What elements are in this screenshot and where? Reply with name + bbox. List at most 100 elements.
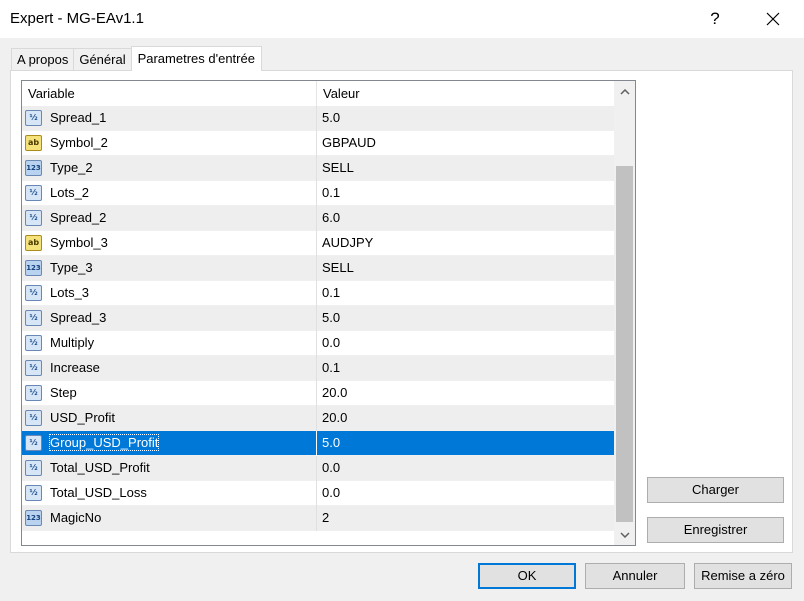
variable-value[interactable]: GBPAUD [322,131,376,155]
table-row[interactable]: ab Symbol_2 GBPAUD [22,131,614,156]
variable-value[interactable]: 5.0 [322,306,340,330]
variable-name-text: Type_2 [50,160,93,175]
tab-bar: A propos Général Parametres d'entrée [11,46,262,71]
variable-value[interactable]: 0.1 [322,356,340,380]
variable-name: Spread_1 [50,106,106,130]
variable-value[interactable]: 0.0 [322,456,340,480]
table-row[interactable]: ½ Spread_3 5.0 [22,306,614,331]
table-row[interactable]: 123 Type_3 SELL [22,256,614,281]
variable-name-text: Symbol_3 [50,235,108,250]
chevron-up-icon [619,88,630,95]
variable-value[interactable]: SELL [322,256,354,280]
vertical-scrollbar[interactable] [614,81,635,545]
table-row[interactable]: ½ Spread_2 6.0 [22,206,614,231]
double-icon: ½ [25,360,42,376]
cell-separator [316,231,317,256]
cell-separator [316,106,317,131]
variable-value[interactable]: 5.0 [322,106,340,130]
table-row[interactable]: ½ Multiply 0.0 [22,331,614,356]
string-icon: ab [25,235,42,251]
variable-value[interactable]: 2 [322,506,329,530]
save-button[interactable]: Enregistrer [647,517,784,543]
variable-value[interactable]: 0.0 [322,481,340,505]
variable-name-text: USD_Profit [50,410,116,425]
chevron-down-icon [619,531,630,538]
variable-name-text: Lots_3 [50,285,90,300]
double-icon: ½ [25,335,42,351]
variable-name: Increase [50,356,100,380]
ok-button[interactable]: OK [478,563,576,589]
cell-separator [316,431,317,456]
table-row[interactable]: 123 Type_2 SELL [22,156,614,181]
double-icon: ½ [25,385,42,401]
double-icon: ½ [25,110,42,126]
variable-name: MagicNo [50,506,101,530]
cell-separator [316,156,317,181]
variable-name-text: Total_USD_Profit [50,460,150,475]
variable-name-text: Multiply [50,335,95,350]
cell-separator [316,306,317,331]
tab-about[interactable]: A propos [11,48,75,71]
reset-button[interactable]: Remise a zéro [694,563,792,589]
table-row[interactable]: ½ Total_USD_Profit 0.0 [22,456,614,481]
double-icon: ½ [25,435,42,451]
variable-name: Type_3 [50,256,93,280]
double-icon: ½ [25,285,42,301]
variable-value[interactable]: 20.0 [322,381,347,405]
parameters-list[interactable]: Variable Valeur ½ Spread_1 5.0 ab Symbol_2 GB… [21,80,636,546]
integer-icon: 123 [25,160,42,176]
variable-value[interactable]: SELL [322,156,354,180]
cell-separator [316,281,317,306]
cell-separator [316,181,317,206]
variable-name-text: Spread_2 [50,210,107,225]
table-row[interactable]: ½ USD_Profit 20.0 [22,406,614,431]
variable-name-text: Total_USD_Loss [50,485,147,500]
variable-name: Total_USD_Loss [50,481,147,505]
variable-name: Lots_3 [50,281,89,305]
cell-separator [316,406,317,431]
tab-input-parameters[interactable]: Parametres d'entrée [130,46,262,71]
variable-value[interactable]: 0.0 [322,331,340,355]
table-row[interactable]: ½ Lots_3 0.1 [22,281,614,306]
table-row[interactable]: ½ Spread_1 5.0 [22,106,614,131]
load-button[interactable]: Charger [647,477,784,503]
table-row[interactable]: ½ Step 20.0 [22,381,614,406]
title-bar: Expert - MG-EAv1.1 ? [0,0,804,38]
variable-name: Spread_2 [50,206,106,230]
column-header-value[interactable]: Valeur [323,81,360,106]
table-row[interactable]: 123 MagicNo 2 [22,506,614,531]
variable-name: Total_USD_Profit [50,456,150,480]
variable-value[interactable]: 6.0 [322,206,340,230]
variable-name: Lots_2 [50,181,89,205]
cell-separator [316,506,317,531]
variable-name: Type_2 [50,156,93,180]
variable-value[interactable]: 0.1 [322,281,340,305]
cell-separator [316,206,317,231]
table-row[interactable]: ab Symbol_3 AUDJPY [22,231,614,256]
variable-name: Spread_3 [50,306,106,330]
variable-value[interactable]: AUDJPY [322,231,373,255]
table-row[interactable]: ½ Group_USD_Profit 5.0 [22,431,614,456]
variable-value[interactable]: 0.1 [322,181,340,205]
variable-name: Symbol_3 [50,231,108,255]
table-row[interactable]: ½ Increase 0.1 [22,356,614,381]
close-icon [766,12,780,26]
help-button[interactable]: ? [692,0,738,38]
close-button[interactable] [750,0,796,38]
cancel-button[interactable]: Annuler [585,563,685,589]
table-row[interactable]: ½ Total_USD_Loss 0.0 [22,481,614,506]
variable-value[interactable]: 5.0 [322,431,340,455]
table-row[interactable]: ½ Lots_2 0.1 [22,181,614,206]
cell-separator [316,481,317,506]
tab-general[interactable]: Général [73,48,132,71]
variable-value[interactable]: 20.0 [322,406,347,430]
double-icon: ½ [25,185,42,201]
list-rows: ½ Spread_1 5.0 ab Symbol_2 GBPAUD 123 Type_2 SEL… [22,106,614,531]
column-header-variable[interactable]: Variable [28,81,75,106]
scrollbar-thumb[interactable] [616,166,633,522]
scroll-down-button[interactable] [614,524,635,545]
scroll-up-button[interactable] [614,81,635,102]
variable-name-text: Symbol_2 [50,135,108,150]
variable-name: Step [50,381,77,405]
double-icon: ½ [25,210,42,226]
